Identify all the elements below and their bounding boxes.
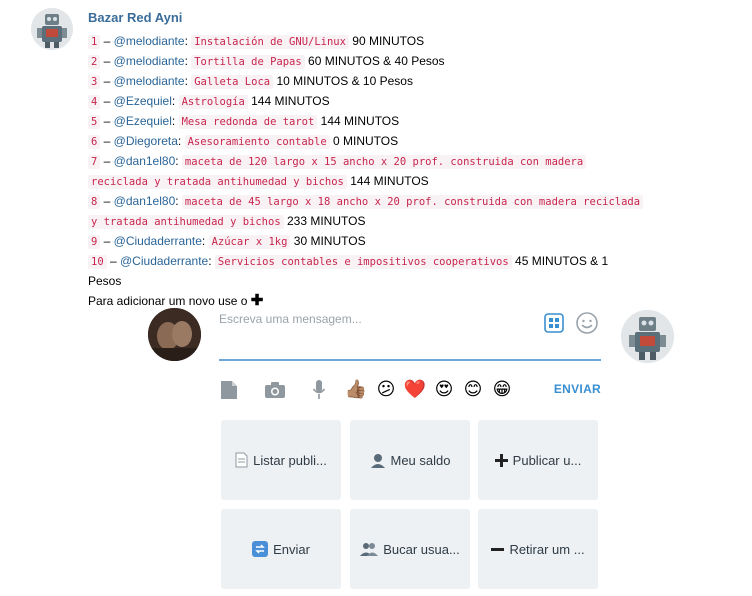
bot-avatar-large[interactable]: [621, 310, 674, 363]
bust-icon: [370, 453, 386, 468]
busts-icon: [360, 542, 379, 556]
list-item: 3 – @melodiante: Galleta Loca 10 MINUTOS…: [88, 72, 688, 92]
remove-button[interactable]: Retirar um ...: [478, 509, 598, 589]
item-value: 144 MINUTOS: [320, 114, 400, 128]
camera-icon[interactable]: [264, 378, 286, 402]
item-value: 233 MINUTOS: [287, 214, 366, 228]
user-mention[interactable]: @Diegoreta: [114, 134, 178, 148]
user-mention[interactable]: @dan1el80: [114, 194, 176, 208]
list-item: 1 – @melodiante: Instalación de GNU/Linu…: [88, 32, 688, 52]
item-name: Tortilla de Papas: [191, 55, 305, 69]
list-item: 9 – @Ciudaderrante: Azúcar x 1kg 30 MINU…: [88, 232, 688, 252]
item-number: 10: [88, 255, 107, 269]
item-name: Mesa redonda de tarot: [178, 115, 318, 129]
item-name: Galleta Loca: [191, 75, 274, 89]
item-value: 60 MINUTOS & 40 Pesos: [308, 54, 445, 68]
list-item: 7 – @dan1el80: maceta de 120 largo x 15 …: [88, 152, 688, 172]
attach-file-icon[interactable]: [219, 378, 239, 402]
item-name-continued: reciclada y tratada antihumedad y bichos: [88, 175, 347, 189]
user-mention[interactable]: @Ciudaderrante: [120, 254, 208, 268]
user-mention[interactable]: @melodiante: [114, 74, 185, 88]
item-name: Servicios contables e impositivos cooper…: [214, 255, 512, 269]
list-item-continued: Pesos: [88, 272, 688, 291]
user-mention[interactable]: @Ezequiel: [114, 94, 172, 108]
item-number: 9: [88, 235, 101, 249]
thumbs-up-emoji[interactable]: 👍🏽: [344, 378, 368, 402]
item-name-continued: y tratada antihumedad y bichos: [88, 215, 284, 229]
item-number: 2: [88, 55, 101, 69]
item-value: 0 MINUTOS: [332, 134, 399, 148]
bot-message: Bazar Red Ayni 1 – @melodiante: Instalac…: [88, 10, 688, 311]
user-avatar[interactable]: [148, 308, 201, 361]
item-name: Azúcar x 1kg: [208, 235, 291, 249]
item-number: 3: [88, 75, 101, 89]
list-publications-button[interactable]: Listar publi...: [221, 420, 341, 500]
message-composer: [219, 305, 601, 361]
search-users-button[interactable]: Bucar usua...: [350, 509, 470, 589]
message-input[interactable]: [219, 309, 519, 329]
list-item: 2 – @melodiante: Tortilla de Papas 60 MI…: [88, 52, 688, 72]
plus-icon: [494, 453, 508, 467]
smiling-emoji[interactable]: 😊: [461, 378, 485, 402]
item-value: 90 MINUTOS: [352, 34, 425, 48]
commands-grid-icon[interactable]: [544, 313, 564, 333]
sender-name[interactable]: Bazar Red Ayni: [88, 10, 688, 26]
button-label: Publicar u...: [512, 452, 582, 468]
item-number: 7: [88, 155, 101, 169]
page-icon: [235, 452, 248, 468]
item-name: Asesoramiento contable: [184, 135, 330, 149]
item-number: 8: [88, 195, 101, 209]
button-label: Meu saldo: [390, 452, 451, 468]
list-item: 5 – @Ezequiel: Mesa redonda de tarot 144…: [88, 112, 688, 132]
bot-avatar[interactable]: [31, 8, 73, 50]
item-name: maceta de 120 largo x 15 ancho x 20 prof…: [181, 155, 587, 169]
message-body: 1 – @melodiante: Instalación de GNU/Linu…: [88, 32, 688, 311]
item-value: 144 MINUTOS: [251, 94, 330, 108]
item-number: 6: [88, 135, 101, 149]
item-number: 5: [88, 115, 101, 129]
grinning-emoji[interactable]: 😁: [490, 378, 514, 402]
list-item: 6 – @Diegoreta: Asesoramiento contable 0…: [88, 132, 688, 152]
list-item-continued: y tratada antihumedad y bichos 233 MINUT…: [88, 212, 688, 232]
heart-eyes-emoji[interactable]: 😍: [432, 378, 456, 402]
item-value: 45 MINUTOS & 1: [515, 254, 609, 268]
item-value: 30 MINUTOS: [293, 234, 366, 248]
item-value-continued: Pesos: [88, 274, 122, 288]
list-item: 4 – @Ezequiel: Astrología 144 MINUTOS: [88, 92, 688, 112]
heart-emoji[interactable]: ❤️: [403, 378, 427, 402]
microphone-icon[interactable]: [311, 378, 327, 402]
button-label: Retirar um ...: [509, 541, 585, 557]
button-label: Bucar usua...: [383, 541, 460, 557]
item-value: 10 MINUTOS & 10 Pesos: [276, 74, 413, 88]
send-transfer-button[interactable]: Enviar: [221, 509, 341, 589]
user-mention[interactable]: @Ciudaderrante: [114, 234, 202, 248]
confused-emoji[interactable]: 😕: [374, 378, 398, 402]
item-number: 1: [88, 35, 101, 49]
list-item-continued: reciclada y tratada antihumedad y bichos…: [88, 172, 688, 192]
list-item: 8 – @dan1el80: maceta de 45 largo x 18 a…: [88, 192, 688, 212]
item-number: 4: [88, 95, 101, 109]
composer-toolbar: 👍🏽 😕 ❤️ 😍 😊 😁 ENVIAR: [219, 376, 601, 404]
list-item: 10 – @Ciudaderrante: Servicios contables…: [88, 252, 688, 272]
smiley-icon[interactable]: [575, 311, 599, 335]
arrows-icon: [252, 541, 269, 557]
item-name: maceta de 45 largo x 18 ancho x 20 prof.…: [181, 195, 644, 209]
publish-button[interactable]: Publicar u...: [478, 420, 598, 500]
user-mention[interactable]: @melodiante: [114, 34, 185, 48]
my-balance-button[interactable]: Meu saldo: [350, 420, 470, 500]
item-name: Astrología: [178, 95, 248, 109]
button-label: Enviar: [273, 541, 310, 557]
button-label: Listar publi...: [253, 452, 327, 468]
send-button[interactable]: ENVIAR: [554, 382, 601, 396]
user-mention[interactable]: @dan1el80: [114, 154, 176, 168]
user-mention[interactable]: @melodiante: [114, 54, 185, 68]
minus-icon: [491, 543, 505, 556]
user-mention[interactable]: @Ezequiel: [114, 114, 172, 128]
item-value: 144 MINUTOS: [350, 174, 429, 188]
item-name: Instalación de GNU/Linux: [191, 35, 349, 49]
